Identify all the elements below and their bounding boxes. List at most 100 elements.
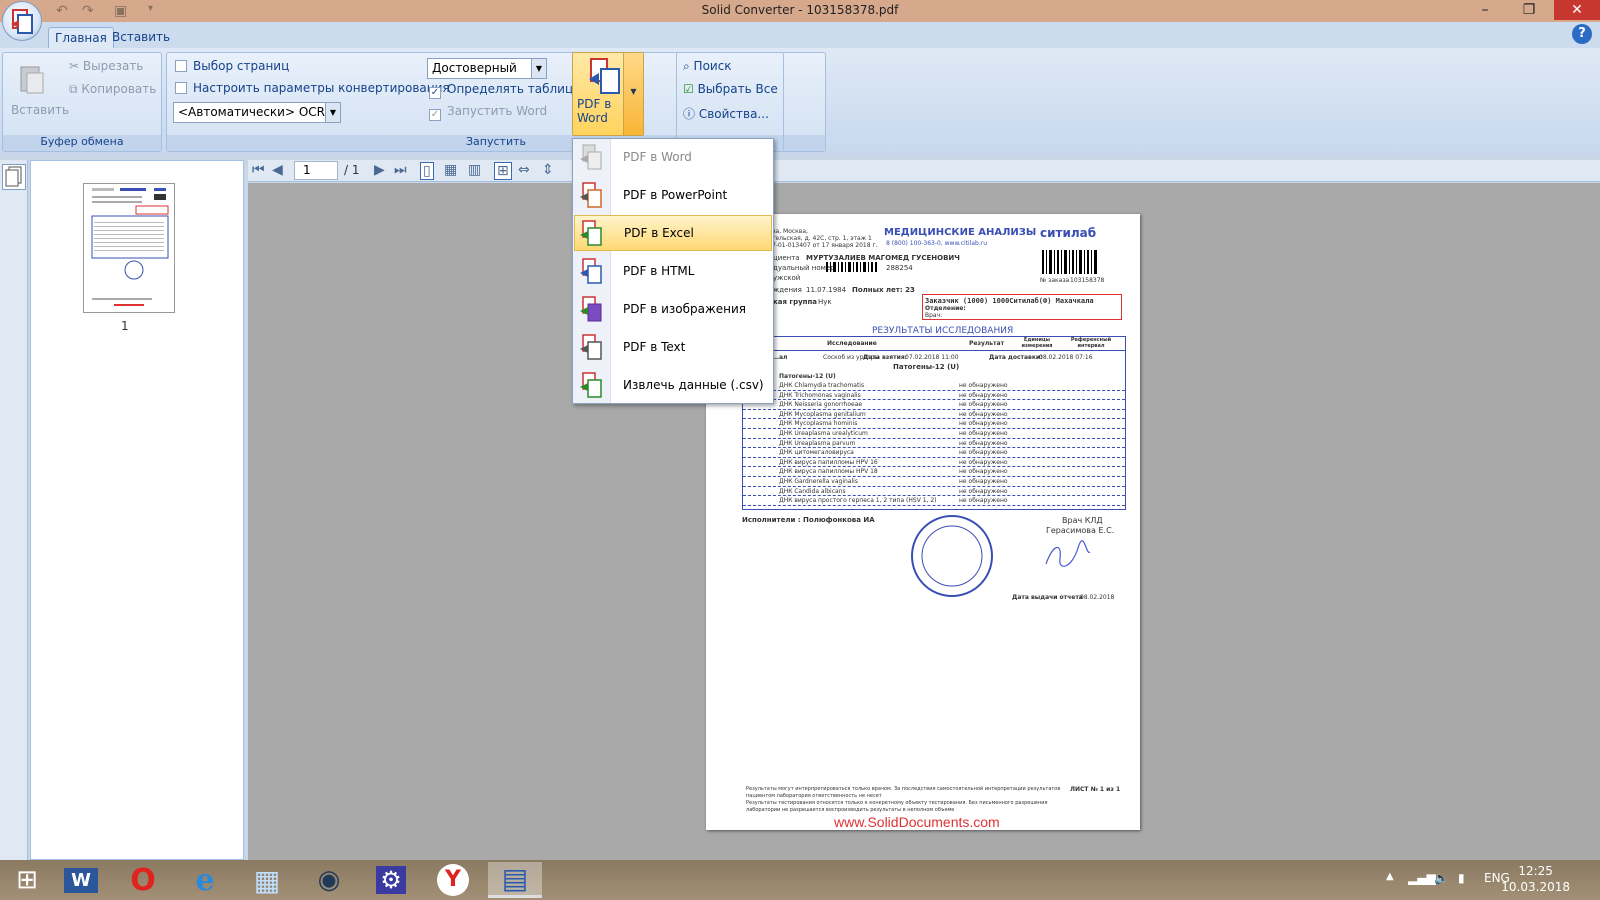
pdf-address: …7-01-013407 от 17 января 2018 г. [766, 242, 878, 249]
pdf-taken-value: 07.02.2018 11:00 [905, 354, 959, 361]
pdf-doctor-name: Герасимова Е.С. [1046, 526, 1115, 535]
menu-item-pdf-to-excel[interactable]: PDF в Excel [574, 215, 772, 251]
pdf-result-row: ДНК Neisseria gonorrhoeae не обнаружено [743, 400, 1125, 410]
fit-page-icon[interactable]: ⊞ [494, 162, 512, 180]
pdf-stamp [911, 515, 993, 597]
pdf-to-word-button[interactable]: PDF в Word ▼ [572, 52, 644, 136]
facing-view-icon[interactable]: ▥ [468, 162, 481, 178]
paste-icon [20, 66, 44, 94]
taskbar-solid-converter[interactable]: ▤ [488, 862, 542, 898]
pdf-panel-title: Патогены-12 (U) [893, 363, 960, 371]
menu-item-pdf-to-html[interactable]: PDF в HTML [574, 253, 772, 289]
next-page-icon[interactable]: ▶ [374, 162, 385, 178]
select-pages-label: Выбор страниц [193, 59, 290, 73]
fit-height-icon[interactable]: ⇕ [542, 162, 554, 178]
help-icon[interactable]: ? [1572, 24, 1592, 44]
pdf-sample-label: …ал [773, 354, 788, 361]
paste-button[interactable]: Вставить [9, 63, 69, 119]
select-all-button[interactable]: ☑ Выбрать Все [683, 82, 778, 96]
pdf-taken-label: Дата взятия: [863, 354, 908, 361]
minimize-button[interactable]: – [1464, 0, 1506, 20]
scissors-icon: ✂ [69, 59, 83, 73]
taskbar-settings[interactable]: ⚙ [364, 862, 418, 898]
taskbar-opera[interactable]: O [116, 862, 170, 898]
taskbar-control-panel[interactable]: ▦ [240, 862, 294, 898]
single-page-icon[interactable]: ▯ [420, 162, 434, 180]
taskbar-ie[interactable]: e [178, 862, 232, 898]
close-button[interactable]: ✕ [1554, 0, 1600, 20]
menu-item-pdf-to-text[interactable]: PDF в Text [574, 329, 772, 365]
pdf-row-result: не обнаружено [959, 382, 1008, 389]
pdf-delivered-label: Дата доставки: [989, 354, 1043, 361]
ocr-select[interactable]: <Автоматически> OCR ▼ [173, 102, 341, 123]
grid-view-icon[interactable]: ▦ [444, 162, 457, 178]
page-thumbnail[interactable] [83, 183, 175, 313]
check-icon: ☑ [683, 82, 698, 96]
pdf-orderer-box: Заказчик (1000) 1000Ситилаб(Ф) Махачкала… [922, 294, 1122, 320]
solid-converter-icon: ▤ [501, 862, 529, 895]
ribbon: Вставить ✂ Вырезать ⧉ Копировать Буфер о… [0, 48, 1600, 154]
menu-item-label: PDF в PowerPoint [623, 188, 728, 202]
last-page-icon[interactable]: ⏭ [394, 162, 407, 178]
opera-icon: O [130, 862, 156, 898]
chevron-down-icon[interactable]: ▼ [623, 53, 643, 135]
select-pages-checkbox[interactable]: Выбор страниц [175, 59, 289, 73]
pdf-order-value: 103158378 [1070, 277, 1105, 284]
clipboard-group-label: Буфер обмена [3, 135, 161, 151]
battery-icon[interactable]: ▮ [1458, 871, 1465, 885]
menu-item-label: PDF в Text [623, 340, 686, 354]
prev-page-icon[interactable]: ◀ [272, 162, 283, 178]
menu-item-pdf-to-word[interactable]: PDF в Word [574, 139, 772, 175]
pdf-to-excel-icon [580, 220, 602, 246]
volume-icon[interactable]: 🔈 [1434, 871, 1449, 885]
configure-checkbox[interactable]: Настроить параметры конвертирования [175, 81, 450, 95]
pdf-id-label: …дуальный номер [766, 264, 835, 272]
pdf-row-result: не обнаружено [959, 468, 1008, 476]
tab-home[interactable]: Главная [48, 27, 114, 48]
copy-button[interactable]: ⧉ Копировать [69, 82, 156, 97]
mode-select[interactable]: Достоверный ▼ [427, 58, 547, 79]
menu-item-pdf-to-images[interactable]: PDF в изображения [574, 291, 772, 327]
taskbar-app[interactable]: ◉ [302, 862, 356, 898]
tray-expand-icon[interactable]: ▲ [1386, 871, 1394, 882]
pdf-panel-subtitle: Патогены-12 (U) [779, 373, 836, 380]
pdf-row-test: ДНК вируса папилломы HPV 16 [779, 458, 878, 466]
menu-item-extract-csv[interactable]: Извлечь данные (.csv) [574, 367, 772, 403]
pages-panel-button[interactable] [2, 164, 26, 190]
properties-label: Свойства... [698, 107, 769, 121]
thumbnail-number: 1 [121, 319, 129, 333]
ribbon-tabs: Главная Вставить ? [0, 22, 1600, 48]
clock[interactable]: 12:25 10.03.2018 [1501, 863, 1570, 895]
tab-insert[interactable]: Вставить [106, 27, 176, 48]
copy-icon: ⧉ [69, 82, 82, 96]
clock-date: 10.03.2018 [1501, 880, 1570, 894]
menu-item-pdf-to-powerpoint[interactable]: PDF в PowerPoint [574, 177, 772, 213]
pdf-to-html-icon [580, 258, 602, 284]
pdf-table-header: Исследование Результат Единицы измерения… [743, 337, 1125, 351]
menu-item-label: PDF в Excel [624, 226, 694, 240]
network-icon[interactable]: ▂▄▆ [1408, 871, 1436, 885]
properties-button[interactable]: ⓘ Свойства... [683, 105, 769, 122]
pdf-id-value: 288254 [886, 264, 913, 272]
start-button[interactable]: ⊞ [0, 862, 54, 898]
pdf-row-result: не обнаружено [959, 478, 1008, 485]
page-number-input[interactable]: 1 [294, 161, 338, 180]
pdf-row-test: ДНК Mycoplasma genitalium [779, 410, 866, 418]
cut-button[interactable]: ✂ Вырезать [69, 59, 143, 73]
ocr-select-value: <Автоматически> OCR [178, 105, 326, 119]
fit-width-icon[interactable]: ⇔ [518, 162, 530, 178]
taskbar-yandex[interactable]: Y [426, 862, 480, 898]
pdf-doctor-title: Врач КЛД [1062, 516, 1103, 525]
pdf-to-images-icon [580, 296, 602, 322]
first-page-icon[interactable]: ⏮ [252, 162, 265, 178]
app-menu-button[interactable] [2, 1, 42, 41]
detect-tables-checkbox[interactable]: ✓ Определять таблицы [429, 82, 583, 99]
menu-item-label: PDF в изображения [623, 302, 747, 316]
pdf-issue-value: 08.02.2018 [1080, 594, 1115, 601]
taskbar-word[interactable]: W [54, 862, 108, 898]
pdf-footer: Результаты тестирования относятся только… [746, 800, 1048, 806]
restore-button[interactable]: ❐ [1508, 0, 1550, 20]
menu-item-label: Извлечь данные (.csv) [623, 378, 764, 392]
launch-word-checkbox[interactable]: ✓ Запустить Word [429, 104, 547, 121]
search-button[interactable]: ⌕ Поиск [683, 59, 732, 74]
